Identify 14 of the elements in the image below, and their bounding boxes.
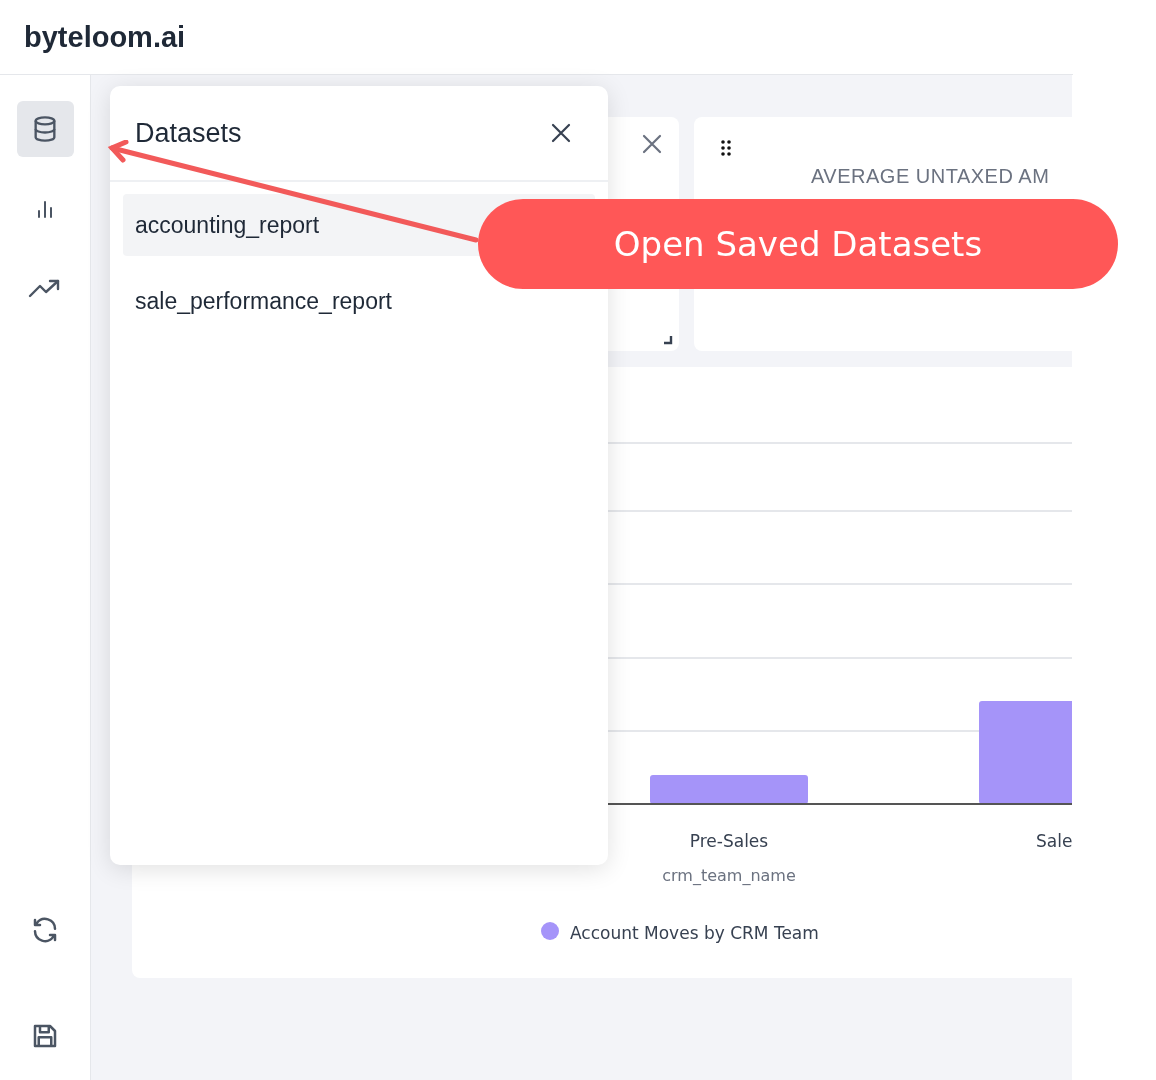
close-button[interactable] bbox=[550, 122, 572, 144]
logo: byteloom.ai bbox=[24, 20, 186, 54]
axis-title: crm_team_name bbox=[662, 866, 796, 885]
panel-title: Datasets bbox=[135, 117, 242, 149]
legend-dot bbox=[541, 922, 559, 940]
widget-title: AVERAGE UNTAXED AM bbox=[811, 165, 1050, 188]
close-button[interactable] bbox=[641, 133, 663, 155]
axis-label: Sale bbox=[1036, 831, 1072, 851]
datasets-button[interactable] bbox=[16, 101, 74, 157]
legend-label: Account Moves by CRM Team bbox=[570, 923, 819, 943]
axis-label: Pre-Sales bbox=[689, 831, 769, 851]
callout: Open Saved Datasets bbox=[478, 199, 1118, 289]
drag-handle-icon[interactable] bbox=[720, 139, 732, 157]
resize-handle-icon[interactable] bbox=[663, 335, 673, 345]
